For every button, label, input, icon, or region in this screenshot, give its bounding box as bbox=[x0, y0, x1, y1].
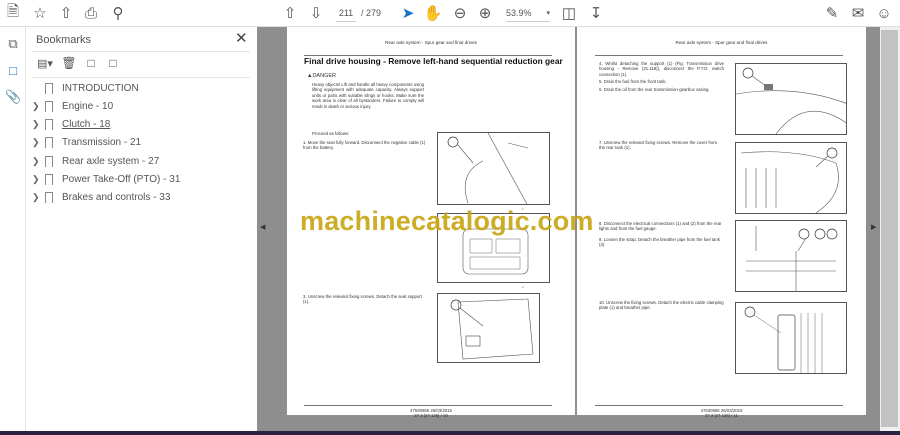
scroll-mode-icon[interactable]: ↧ bbox=[588, 4, 604, 22]
page-fit-icon[interactable]: ◫ bbox=[560, 4, 578, 22]
bookmark-icon bbox=[45, 192, 53, 204]
next-page-icon[interactable]: ⇩ bbox=[308, 4, 324, 22]
step-6: 6. Drain the oil from the rear transmiss… bbox=[599, 87, 710, 92]
chevron-right-icon[interactable]: ❯ bbox=[32, 137, 42, 148]
scrollbar-thumb[interactable] bbox=[881, 30, 898, 427]
mail-icon[interactable]: ✉ bbox=[850, 4, 866, 22]
bookmark-icon[interactable]: □ bbox=[5, 63, 21, 79]
collapse-panel-arrow-icon[interactable]: ◀ bbox=[260, 223, 265, 231]
expand-panel-arrow-icon[interactable]: ▶ bbox=[871, 223, 876, 231]
bookmark-label: Transmission - 21 bbox=[62, 137, 142, 149]
bookmark-label: Brakes and controls - 33 bbox=[62, 192, 171, 204]
chevron-right-icon[interactable]: ❯ bbox=[32, 101, 42, 112]
search-icon[interactable]: ⚲ bbox=[110, 4, 126, 22]
danger-text: Heavy objects! Lift and handle all heavy… bbox=[312, 82, 424, 109]
chevron-right-icon[interactable]: ❯ bbox=[32, 119, 42, 130]
zoom-in-icon[interactable]: ⊕ bbox=[477, 4, 493, 22]
bookmark-label: Power Take-Off (PTO) - 31 bbox=[62, 174, 181, 185]
bookmark-icon bbox=[45, 155, 53, 167]
save-icon[interactable]: 🗎 bbox=[5, 3, 21, 22]
zoom-value: 53.9% bbox=[506, 7, 532, 18]
bookmark-item[interactable]: ❯ Clutch - 18 bbox=[32, 117, 110, 133]
bookmark-label: Engine - 10 bbox=[62, 100, 114, 112]
chevron-right-icon[interactable]: ❯ bbox=[32, 156, 42, 167]
attachment-icon[interactable]: 📎 bbox=[5, 89, 21, 105]
step-5: 5. Drain the fuel from the front tank. bbox=[599, 79, 667, 84]
bookmarks-panel: Bookmarks ✕ ▤▾ 🗑 □ □ INTRODUCTION ❯ Engine… bbox=[26, 27, 257, 431]
bookmark-item[interactable]: INTRODUCTION bbox=[32, 80, 139, 96]
watermark: machinecatalogic.com bbox=[300, 206, 594, 236]
page-header: Rear axle system - Spur gear and final d… bbox=[385, 40, 477, 45]
figure-electrical-connections bbox=[735, 220, 847, 292]
figure-clamping-plate bbox=[735, 302, 847, 374]
zoom-select[interactable]: 53.9% ▾ bbox=[506, 4, 550, 22]
step-8: 8. Disconnect the electrical connections… bbox=[599, 221, 722, 232]
step-7: 7. Unscrew the relevant fixing screws. R… bbox=[599, 140, 717, 151]
chevron-right-icon[interactable]: ❯ bbox=[32, 192, 42, 203]
step-1: 1. Move the seat fully forward. Disconne… bbox=[303, 140, 426, 151]
sign-icon[interactable]: ✎ bbox=[824, 4, 840, 22]
star-icon[interactable]: ☆ bbox=[32, 4, 48, 22]
bookmark-item[interactable]: ❯ Brakes and controls - 33 bbox=[32, 190, 170, 206]
panel-title: Bookmarks bbox=[36, 34, 92, 46]
close-icon[interactable]: ✕ bbox=[235, 29, 248, 47]
figure-seat-support bbox=[437, 293, 540, 363]
toolbar: 🗎 ☆ ⇧ ⎙ ⚲ ⇧ ⇩ 211 / 279 ➤ ✋ ⊖ ⊕ 53.9% ▾ ◫… bbox=[0, 0, 900, 27]
danger-label: ▲DANGER bbox=[307, 73, 336, 79]
hand-icon[interactable]: ✋ bbox=[424, 4, 443, 22]
page-total: / 279 bbox=[360, 8, 382, 18]
bookmark-label: INTRODUCTION bbox=[62, 82, 139, 94]
page-number-input[interactable]: 211 bbox=[336, 4, 356, 22]
select-cursor-icon[interactable]: ➤ bbox=[400, 4, 416, 22]
bookmark-item[interactable]: ❯ Power Take-Off (PTO) - 31 bbox=[32, 172, 180, 188]
navigation-rail: ⧉ □ 📎 bbox=[0, 27, 26, 431]
bookmark-item[interactable]: ❯ Rear axle system - 27 bbox=[32, 153, 159, 169]
delete-icon[interactable]: 🗑 bbox=[61, 54, 76, 72]
section-title: Final drive housing - Remove left-hand s… bbox=[304, 56, 563, 66]
account-icon[interactable]: ☺ bbox=[876, 4, 892, 22]
bookmark-label: Rear axle system - 27 bbox=[62, 155, 160, 167]
bookmark-icon bbox=[45, 119, 53, 131]
options-menu-icon[interactable]: ▤▾ bbox=[36, 54, 54, 72]
bookmark-icon bbox=[45, 100, 53, 112]
figure-battery-cable bbox=[437, 132, 550, 205]
taskbar-strip bbox=[0, 431, 900, 435]
prev-page-icon[interactable]: ⇧ bbox=[282, 4, 298, 22]
bookmark-icon bbox=[45, 82, 53, 94]
bookmark-item[interactable]: ❯ Engine - 10 bbox=[32, 98, 113, 114]
page-header: Rear axle system - Spur gear and final d… bbox=[675, 40, 768, 45]
bookmark-icon bbox=[45, 174, 53, 185]
add-bookmark-icon[interactable]: □ bbox=[84, 54, 98, 72]
step-4: 4. Whilst detaching the support (1) (Fig… bbox=[599, 61, 724, 77]
pages-icon[interactable]: ⧉ bbox=[5, 36, 21, 52]
print-icon[interactable]: ⎙ bbox=[83, 4, 99, 22]
zoom-out-icon[interactable]: ⊖ bbox=[452, 4, 468, 22]
upload-icon[interactable]: ⇧ bbox=[58, 4, 74, 22]
bookmark-label: Clutch - 18 bbox=[62, 119, 111, 131]
figure-pto-switch bbox=[735, 63, 847, 135]
find-bookmark-icon[interactable]: □ bbox=[106, 54, 120, 72]
bookmark-item[interactable]: ❯ Transmission - 21 bbox=[32, 135, 141, 151]
chevron-down-icon: ▾ bbox=[546, 9, 550, 17]
pdf-page-right: Rear axle system - Spur gear and final d… bbox=[577, 27, 866, 418]
footer-page: 27.3 [27.126] / 10 bbox=[414, 413, 448, 418]
step-9: 9. Loosen the strap. Detach the breather… bbox=[599, 237, 720, 248]
footer-page: 27.3 [27.126] / 11 bbox=[704, 413, 739, 418]
intro-text: Proceed as follows: bbox=[312, 131, 350, 136]
step-3: 3. Unscrew the relevant fixing screws. D… bbox=[303, 294, 422, 305]
chevron-right-icon[interactable]: ❯ bbox=[32, 174, 42, 185]
step-10: 10. Unscrew the fixing screws. Detach th… bbox=[599, 300, 724, 311]
figure-rear-tank-cover bbox=[735, 142, 847, 214]
bookmark-icon bbox=[45, 137, 53, 149]
